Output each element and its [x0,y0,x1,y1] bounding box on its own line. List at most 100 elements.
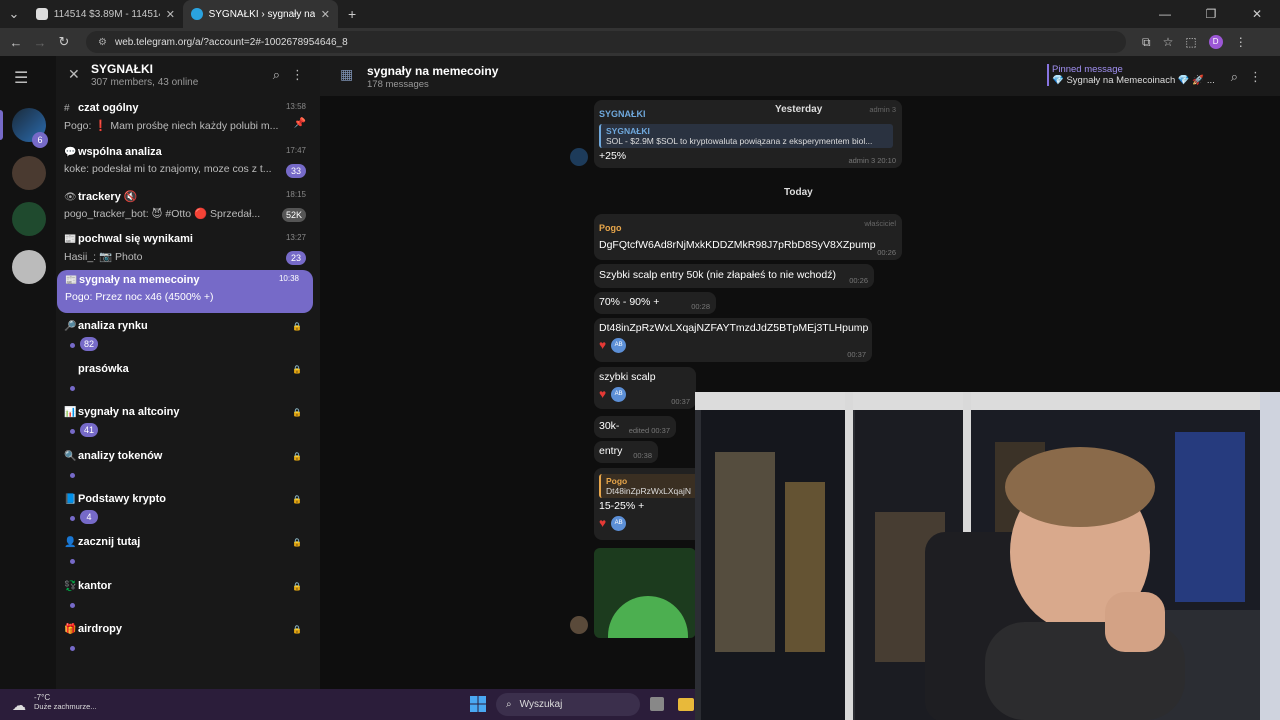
lock-icon: 🔒 [292,322,302,331]
windows-start-icon[interactable] [470,696,486,712]
topic-icon: 👤 [64,537,77,548]
bookmark-star-icon[interactable]: ☆ [1163,35,1174,49]
topic-analiza-rynku[interactable]: 🔎 analiza rynku 82 🔒 [56,316,320,359]
new-tab-icon[interactable]: + [348,6,356,22]
unread-count: 4 [80,510,98,524]
topic-time: 13:27 [285,233,306,242]
reply-text: Dt48inZpRzWxLXqajN [606,486,692,496]
topic-czat-ogolny[interactable]: # czat ogólny Pogo: ❗ Mam prośbę niech ka… [56,98,320,141]
close-tab-icon[interactable]: ✕ [166,8,175,21]
extensions-icon[interactable]: ⬚ [1185,35,1196,49]
search-icon[interactable]: ⌕ [273,67,280,83]
minimize-icon[interactable]: — [1142,0,1188,28]
reply-quote[interactable]: Pogo Dt48inZpRzWxLXqajN [599,474,709,498]
window-close-icon[interactable]: ✕ [1234,0,1280,28]
sender-avatar[interactable] [570,616,588,634]
message-bubble[interactable]: 70% - 90% + 00:28 [594,292,716,314]
topic-last-message: Hasii_: 📷 Photo [64,251,143,263]
chat-title[interactable]: sygnały na memecoiny [367,64,498,78]
topic-icon: 📊 [64,407,77,418]
close-icon[interactable]: ✕ [68,66,80,83]
restore-icon[interactable]: ❐ [1188,0,1234,28]
reload-icon[interactable]: ↻ [52,34,76,50]
image-message[interactable] [594,548,696,638]
topic-analizy-tokenow[interactable]: 🔍 analizy tokenów 🔒 [56,446,320,489]
profile-avatar[interactable]: D [1208,35,1223,49]
topic-icon: 📰 [64,234,77,245]
more-icon[interactable]: ⋮ [291,67,304,83]
topic-last-message: Pogo: ❗ Mam prośbę niech każdy polubi m.… [64,120,279,132]
back-icon[interactable]: ← [4,35,28,50]
message-bubble[interactable]: Szybki scalp entry 50k (nie złapałeś to … [594,264,874,288]
weather-widget[interactable]: ☁ -7°C Duże zachmurze... [12,693,97,713]
more-icon[interactable]: ⋮ [1249,69,1262,85]
browser-menu-icon[interactable]: ⋮ [1235,35,1247,49]
reply-title: Pogo [606,476,628,486]
message-bubble[interactable]: Pogo właściciel DgFQtcfW6Ad8rNjMxkKDDZMk… [594,214,902,260]
forward-icon[interactable]: → [28,35,52,50]
window-controls: — ❐ ✕ [1142,0,1280,28]
message-bubble[interactable]: 30k- edited 00:37 [594,416,676,438]
message-time: 00:28 [691,302,710,311]
tab-list-chevron-icon[interactable]: ⌄ [0,6,28,22]
lock-icon: 🔒 [292,625,302,634]
windows-taskbar: ☁ -7°C Duże zachmurze... ⌕ Wyszukaj [0,689,695,720]
chat-avatar-ghost[interactable] [12,250,46,284]
message-bubble[interactable]: SYGNAŁKI admin 3 SYGNAŁKI SOL - $2.9M $S… [594,100,902,168]
cloud-icon: ☁ [12,697,26,713]
browser-tab-bar: ⌄ 114514 $3.89M - 114514 / SOL ✕ SYGNAŁK… [0,0,1280,28]
unread-dot [70,516,75,521]
topic-trackery[interactable]: 👁trackery 🔇 pogo_tracker_bot: 😈 #Otto 🔴 … [56,186,320,229]
sidebar-header: ✕ SYGNAŁKI 307 members, 43 online ⌕ ⋮ [56,56,320,96]
search-icon[interactable]: ⌕ [1231,69,1238,85]
unread-dot [70,646,75,651]
reply-title: SYGNAŁKI [606,126,650,136]
topic-zacznij-tutaj[interactable]: 👤 zacznij tutaj 🔒 [56,532,320,575]
task-view-icon[interactable] [650,697,664,711]
topic-prasowka[interactable]: prasówka 🔒 [56,359,320,402]
browser-tab-1[interactable]: 114514 $3.89M - 114514 / SOL ✕ [28,0,183,28]
url-field[interactable]: ⚙ web.telegram.org/a/?account=2#-1002678… [86,31,1126,53]
taskbar-search[interactable]: ⌕ Wyszukaj [496,693,640,716]
unread-count: 41 [80,423,98,437]
topic-pochwal-sie[interactable]: 📰 pochwal się wynikami Hasii_: 📷 Photo 13… [56,229,320,272]
message-bubble[interactable]: szybki scalp ♥ AB 00:37 [594,367,696,409]
site-info-icon[interactable]: ⚙ [98,37,107,48]
topic-icon: 🔎 [64,321,77,332]
topic-sygnaly-altcoiny[interactable]: 📊 sygnały na altcoiny 41 🔒 [56,402,320,445]
topic-sygnaly-memecoiny[interactable]: 📰 sygnały na memecoiny Pogo: Przez noc x4… [57,270,313,313]
url-text: web.telegram.org/a/?account=2#-100267895… [114,36,348,48]
browser-tab-2[interactable]: SYGNAŁKI › sygnały na memeco ✕ [183,0,338,28]
topic-kantor[interactable]: 💱 kantor 🔒 [56,576,320,619]
topic-airdropy[interactable]: 🎁 airdropy 🔒 [56,619,320,662]
install-app-icon[interactable]: ⧉ [1142,35,1151,50]
topic-label: pochwal się wynikami [78,233,193,245]
file-explorer-icon[interactable] [678,698,694,711]
close-tab-icon[interactable]: ✕ [321,8,330,21]
unread-dot [70,429,75,434]
chat-avatar-shield[interactable] [12,202,46,236]
topic-wspolna-analiza[interactable]: 💬 wspólna analiza koke: podesłał mi to zn… [56,142,320,185]
heart-reaction-icon[interactable]: ♥ [599,387,606,402]
topic-name: 🔎 analiza rynku [64,320,148,332]
reply-quote[interactable]: SYGNAŁKI SOL - $2.9M $SOL to kryptowalut… [599,124,893,148]
topic-name: 🔍 analizy tokenów [64,450,162,462]
hamburger-menu-icon[interactable]: ☰ [14,68,28,88]
heart-reaction-icon[interactable]: ♥ [599,338,606,353]
message-bubble[interactable]: entry 00:38 [594,441,658,463]
chat-avatar[interactable] [12,156,46,190]
topic-time: 10:38 [278,274,299,283]
search-placeholder: Wyszukaj [519,699,563,710]
reply-text: SOL - $2.9M $SOL to kryptowaluta powiąza… [606,136,873,146]
lock-icon: 🔒 [292,495,302,504]
topic-podstawy-krypto[interactable]: 📘 Podstawy krypto 4 🔒 [56,489,320,532]
heart-reaction-icon[interactable]: ♥ [599,516,606,531]
sender-avatar[interactable] [570,148,588,166]
date-yesterday: Yesterday [775,104,823,115]
reactor-avatar: AB [611,338,627,353]
message-bubble[interactable]: Dt48inZpRzWxLXqajNZFAYTmzdJdZ5BTpMEj3TLH… [594,318,872,362]
message-time: edited 00:37 [628,426,670,435]
pinned-message[interactable]: Pinned message 💎 Sygnały na Memecoinach … [1047,64,1215,86]
reactions: ♥ AB [599,338,867,353]
topic-last-message: Pogo: Przez noc x46 (4500% +) [65,291,214,303]
